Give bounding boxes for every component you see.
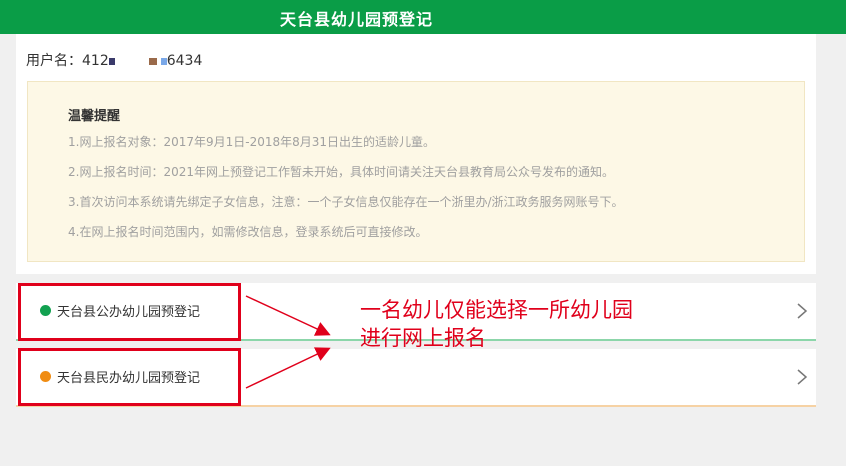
annotation-line: 进行网上报名 — [360, 326, 486, 350]
arrow-icon — [245, 295, 331, 336]
annotation-text: 一名幼儿仅能选择一所幼儿园 进行网上报名 — [360, 296, 633, 352]
annotation-line: 一名幼儿仅能选择一所幼儿园 — [360, 298, 633, 322]
annotation-arrows — [245, 295, 331, 389]
arrow-icon — [245, 347, 331, 389]
